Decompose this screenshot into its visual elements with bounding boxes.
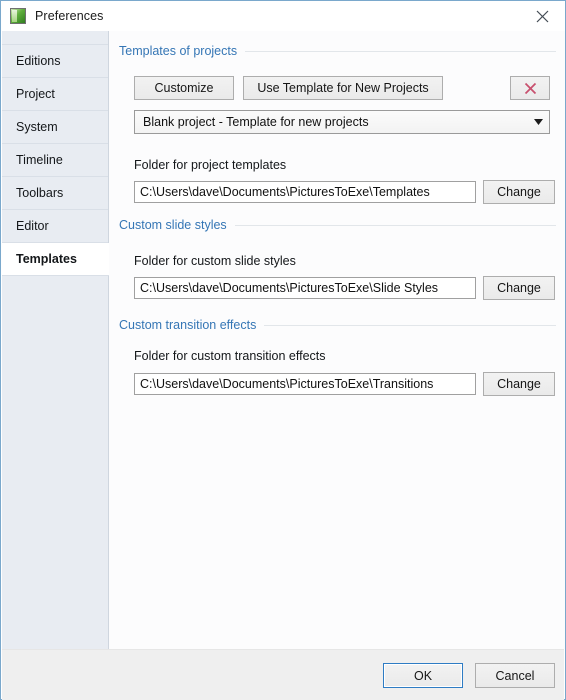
section-title-custom-slide-styles: Custom slide styles — [119, 218, 227, 232]
section-divider — [264, 324, 556, 326]
template-select-value: Blank project - Template for new project… — [143, 115, 369, 129]
sidebar-nav: Editions Project System Timeline Toolbar… — [2, 31, 109, 649]
window-title: Preferences — [35, 9, 104, 23]
templates-panel: Templates of projects Customize Use Temp… — [109, 31, 565, 649]
section-header-custom-slide-styles: Custom slide styles — [119, 218, 556, 232]
change-custom-slide-styles-folder-button[interactable]: Change — [483, 276, 555, 300]
pictures-to-exe-icon — [10, 8, 26, 24]
dialog-footer: OK Cancel — [2, 649, 564, 700]
custom-slide-styles-path-input[interactable] — [134, 277, 476, 299]
close-icon[interactable] — [520, 1, 565, 31]
sidebar-item-templates[interactable]: Templates — [2, 243, 109, 276]
sidebar-item-editions[interactable]: Editions — [2, 45, 108, 78]
chevron-down-icon — [527, 119, 549, 125]
project-templates-path-input[interactable] — [134, 181, 476, 203]
ok-button[interactable]: OK — [383, 663, 463, 688]
label-folder-for-project-templates: Folder for project templates — [134, 158, 287, 172]
use-template-for-new-projects-button[interactable]: Use Template for New Projects — [243, 76, 443, 100]
customize-button[interactable]: Customize — [134, 76, 234, 100]
red-x-delete-icon — [524, 82, 536, 94]
sidebar-item-system[interactable]: System — [2, 111, 108, 144]
label-folder-for-custom-transition-effects: Folder for custom transition effects — [134, 349, 326, 363]
section-title-templates-of-projects: Templates of projects — [119, 44, 238, 58]
title-bar: Preferences — [1, 1, 565, 31]
template-select[interactable]: Blank project - Template for new project… — [134, 110, 550, 134]
sidebar-item-editor[interactable]: Editor — [2, 210, 108, 243]
section-header-templates-of-projects: Templates of projects — [119, 44, 556, 58]
sidebar-top-spacer — [2, 31, 108, 45]
sidebar-item-timeline[interactable]: Timeline — [2, 144, 108, 177]
delete-template-button[interactable] — [510, 76, 550, 100]
section-header-custom-transition-effects: Custom transition effects — [119, 318, 556, 332]
cancel-button[interactable]: Cancel — [475, 663, 555, 688]
sidebar-item-project[interactable]: Project — [2, 78, 108, 111]
sidebar-item-toolbars[interactable]: Toolbars — [2, 177, 108, 210]
change-project-templates-folder-button[interactable]: Change — [483, 180, 555, 204]
custom-transition-effects-path-input[interactable] — [134, 373, 476, 395]
section-title-custom-transition-effects: Custom transition effects — [119, 318, 257, 332]
change-custom-transition-effects-folder-button[interactable]: Change — [483, 372, 555, 396]
section-divider — [234, 224, 556, 226]
label-folder-for-custom-slide-styles: Folder for custom slide styles — [134, 254, 296, 268]
preferences-dialog: Preferences Editions Project System Time… — [0, 0, 566, 700]
section-divider — [245, 50, 556, 52]
